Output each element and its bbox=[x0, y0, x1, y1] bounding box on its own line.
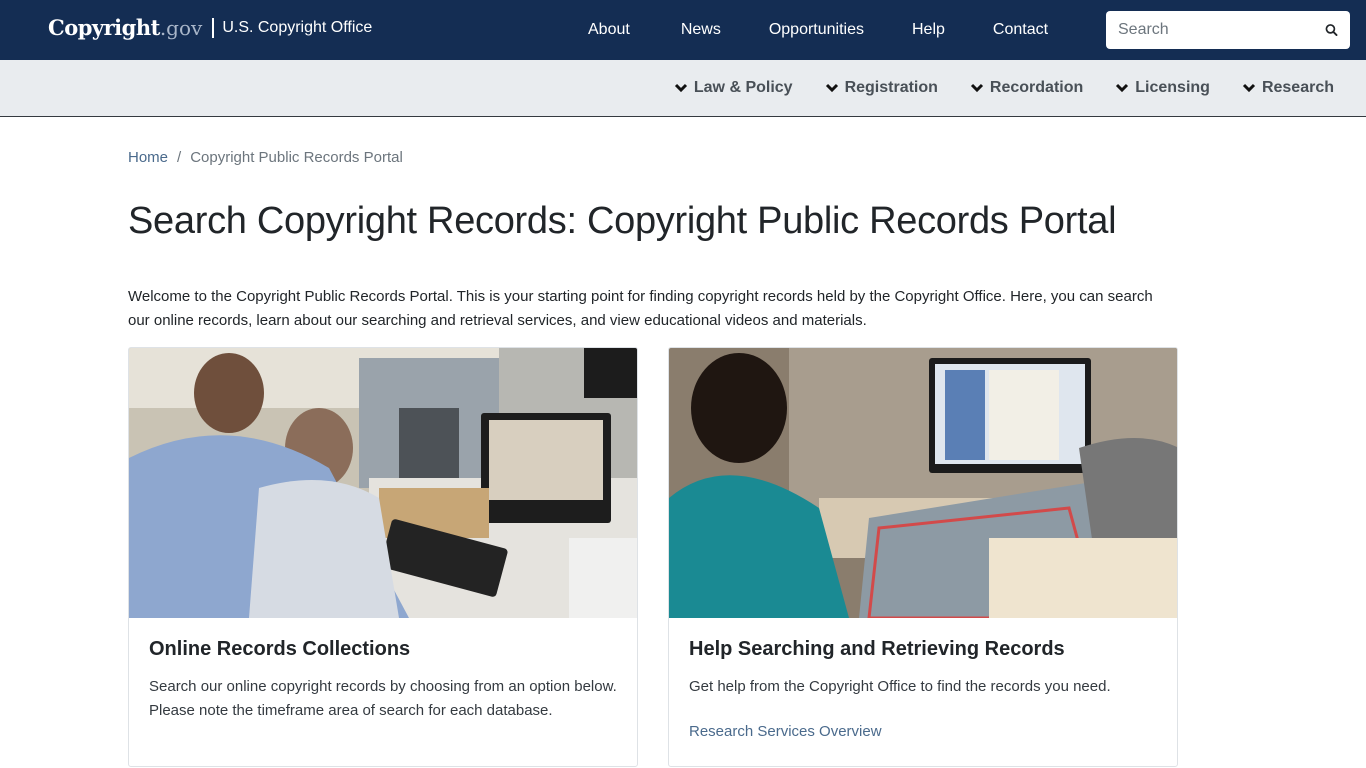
chevron-down-icon bbox=[970, 83, 983, 93]
card-image-help-searching bbox=[669, 348, 1177, 618]
logo-gov: .gov bbox=[159, 15, 203, 40]
secondary-nav: Law & Policy Registration Recordation Li… bbox=[642, 60, 1334, 116]
nav-contact[interactable]: Contact bbox=[993, 21, 1048, 39]
page-title: Search Copyright Records: Copyright Publ… bbox=[128, 200, 1117, 242]
logo-copyright: Copyright bbox=[48, 15, 160, 40]
subnav-licensing[interactable]: Licensing bbox=[1115, 79, 1210, 97]
subnav-label: Registration bbox=[844, 79, 938, 96]
logo-office-name: U.S. Copyright Office bbox=[222, 18, 373, 36]
chevron-down-icon bbox=[1242, 83, 1256, 93]
site-header: Copyright .gov U.S. Copyright Office Abo… bbox=[0, 0, 1366, 60]
card-text: Get help from the Copyright Office to fi… bbox=[689, 678, 1111, 695]
researcher-photo-image bbox=[669, 348, 1177, 618]
breadcrumb: Home / Copyright Public Records Portal bbox=[128, 149, 1238, 166]
intro-text: Welcome to the Copyright Public Records … bbox=[128, 288, 1153, 329]
card-title: Online Records Collections bbox=[149, 638, 411, 660]
logo-divider bbox=[212, 17, 215, 38]
nav-about[interactable]: About bbox=[588, 21, 630, 39]
breadcrumb-current: Copyright Public Records Portal bbox=[190, 149, 403, 166]
chevron-down-icon bbox=[674, 83, 687, 93]
search-input[interactable] bbox=[1118, 21, 1325, 39]
search-box bbox=[1106, 11, 1350, 49]
top-nav: About News Opportunities Help Contact bbox=[588, 0, 1048, 60]
search-icon[interactable] bbox=[1325, 21, 1338, 39]
subnav-label: Research bbox=[1261, 79, 1334, 96]
card-body: Help Searching and Retrieving Records Ge… bbox=[669, 618, 1177, 760]
subnav-research[interactable]: Research bbox=[1242, 79, 1334, 97]
subnav-law-policy[interactable]: Law & Policy bbox=[674, 79, 793, 97]
subnav-registration[interactable]: Registration bbox=[825, 79, 938, 97]
card-text: Search our online copyright records by c… bbox=[149, 678, 617, 719]
card-title: Help Searching and Retrieving Records bbox=[689, 638, 1065, 660]
research-services-link[interactable]: Research Services Overview bbox=[689, 723, 1157, 740]
nav-opportunities[interactable]: Opportunities bbox=[769, 21, 864, 39]
subnav-label: Recordation bbox=[989, 79, 1084, 96]
subnav-label: Licensing bbox=[1135, 79, 1210, 96]
subnav-label: Law & Policy bbox=[693, 79, 793, 96]
chevron-down-icon bbox=[825, 83, 838, 93]
site-logo[interactable]: Copyright .gov U.S. Copyright Office bbox=[48, 15, 372, 40]
subnav-recordation[interactable]: Recordation bbox=[970, 79, 1083, 97]
secondary-nav-bar: Law & Policy Registration Recordation Li… bbox=[0, 60, 1366, 117]
nav-news[interactable]: News bbox=[681, 21, 721, 39]
breadcrumb-home[interactable]: Home bbox=[128, 149, 168, 166]
card-image-online-records bbox=[129, 348, 637, 618]
breadcrumb-separator: / bbox=[177, 149, 182, 166]
main-content: Home / Copyright Public Records Portal S… bbox=[0, 149, 1366, 767]
card-body: Online Records Collections Search our on… bbox=[129, 618, 637, 743]
office-photo-image bbox=[129, 348, 637, 618]
chevron-down-icon bbox=[1116, 83, 1129, 93]
nav-help[interactable]: Help bbox=[912, 21, 945, 39]
card-online-records: Online Records Collections Search our on… bbox=[128, 347, 638, 767]
card-grid: Online Records Collections Search our on… bbox=[128, 347, 1238, 767]
card-help-searching: Help Searching and Retrieving Records Ge… bbox=[668, 347, 1178, 767]
